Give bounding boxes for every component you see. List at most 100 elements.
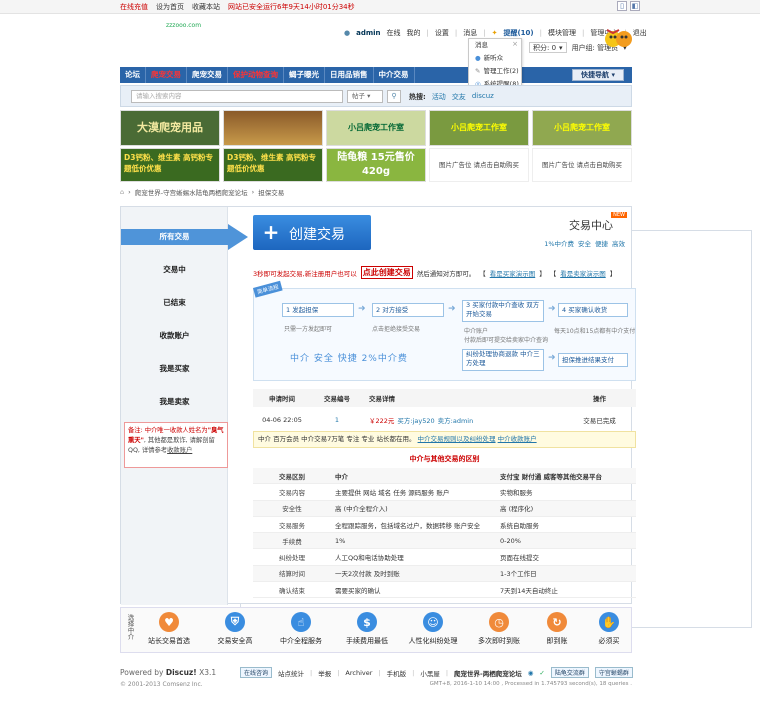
breadcrumb-forum[interactable]: 爬宠世界-守宫蜥蜴水陆龟两栖爬宠论坛 — [135, 187, 248, 197]
site-logo[interactable]: 爬宠世界 zzzooo.com — [120, 22, 752, 628]
sidebar-item-all[interactable]: 所有交易 — [121, 229, 228, 245]
banner-3[interactable]: 小吕爬宠工作室 — [326, 110, 426, 146]
cell: 人工QQ和电话协助处理 — [335, 554, 404, 563]
buyer-demo-link[interactable]: 看是买家演示图 — [490, 268, 536, 278]
ad-slot-1[interactable]: 图片广告位 请点击自助购买 — [429, 148, 529, 182]
sidebar-item-account[interactable]: 收款账户 — [121, 328, 228, 344]
hot-item[interactable]: 活动 — [432, 92, 446, 102]
feature-item: ☝ 中介全程服务 — [271, 612, 331, 646]
cell: 页面在线提交 — [500, 554, 539, 563]
footer-link-archiver[interactable]: Archiver — [345, 669, 372, 677]
settings-link[interactable]: 设置 — [435, 28, 449, 38]
banner-7[interactable]: D3钙粉、维生素 高钙粉专题低价优惠 — [223, 148, 323, 182]
banner-6[interactable]: D3钙粉、维生素 高钙粉专题低价优惠 — [120, 148, 220, 182]
dollar-icon: $ — [357, 612, 377, 632]
banner-2[interactable] — [223, 110, 323, 146]
flow-desc-1: 只需一方发起即可 — [284, 326, 333, 333]
nav-forum[interactable]: 论坛 — [120, 67, 146, 83]
cell: 系统自助服务 — [500, 521, 539, 530]
rules-link[interactable]: 中介交易规则以及纠纷处理 — [418, 435, 496, 443]
search-button[interactable]: ⚲ — [387, 90, 401, 103]
online-consult-button[interactable]: 在线咨询 — [240, 667, 273, 678]
top-bar: 在线充值 设为首页 收藏本站 网站已安全运行6年9天14小时01分34秒 ▯ ◧ — [0, 0, 760, 14]
recharge-link[interactable]: 在线充值 — [120, 2, 148, 12]
footer-link-report[interactable]: 举报 — [318, 668, 331, 678]
row-buyer[interactable]: 买方:jay520 — [397, 415, 434, 425]
breadcrumb: ⌂ › 爬宠世界-守宫蜥蜴水陆龟两栖爬宠论坛 › 担保交易 — [120, 187, 285, 197]
search-bar: 请输入搜索内容 帖子 ▾ ⚲ 热搜: 活动 交友 discuz — [120, 85, 632, 107]
points-select[interactable]: 积分: 0 ▾ — [529, 42, 567, 53]
discuz-link[interactable]: Discuz! — [166, 668, 197, 677]
nav-pet-trade-1[interactable]: 爬宠交易 — [146, 67, 187, 83]
flow-step-result: 担保推进结果支付 — [558, 353, 628, 367]
nav-protected-animals[interactable]: 保护动物查询 — [228, 67, 284, 83]
feature-text: 人性化纠纷处理 — [408, 637, 458, 645]
version-text: X3.1 — [199, 668, 217, 677]
ad-slot-2[interactable]: 图片广告位 请点击自助购买 — [532, 148, 632, 182]
popup-item-admin-work[interactable]: ✎ 管理工作(2) — [469, 65, 521, 78]
note-account-link[interactable]: 收款账户 — [167, 447, 192, 454]
banner-1[interactable]: 大漠爬宠用品 — [120, 110, 220, 146]
username-link[interactable]: admin — [356, 29, 380, 37]
popup-item-new-followers[interactable]: ● 新听众 — [469, 52, 521, 65]
close-icon[interactable]: × — [512, 40, 518, 48]
module-admin-link[interactable]: 模块管理 — [548, 28, 576, 38]
create-trade-link[interactable]: 点此创建交易 — [360, 266, 413, 279]
hot-item[interactable]: discuz — [472, 92, 494, 102]
cell: 0-20% — [500, 536, 521, 545]
banner-4[interactable]: 小吕爬宠工作室 — [429, 110, 529, 146]
row-seller[interactable]: 卖方:admin — [438, 415, 474, 425]
col-detail: 交易详情 — [369, 395, 395, 403]
ad-text: 图片广告位 请点击自助购买 — [438, 161, 520, 169]
banner-8[interactable]: 陆龟粮 15元售价420g — [326, 148, 426, 182]
online-status[interactable]: 在线 — [387, 28, 401, 38]
footer-link-blackroom[interactable]: 小黑屋 — [420, 668, 440, 678]
quick-nav-label: 快捷导航 — [581, 71, 610, 79]
wrench-icon: ✎ — [475, 67, 481, 75]
sidebar-item-in-progress[interactable]: 交易中 — [121, 262, 228, 278]
table-row[interactable]: 04-06 22:05 1 ￥222元 买方:jay520 卖方:admin 交… — [253, 413, 636, 427]
compare-row: 交易区别 中介 支付宝 财付通 威客等其他交易平台 — [253, 468, 636, 485]
compare-row: 交易内容 主要提供 网站 域名 任务 源码服务 账户 实物和服务 — [253, 484, 636, 501]
style-icon[interactable]: ◧ — [630, 1, 640, 11]
reminders-link[interactable]: 提醒(10) — [503, 28, 533, 38]
footer-link-mobile[interactable]: 手机版 — [387, 668, 407, 678]
messages-link[interactable]: 消息 — [463, 28, 477, 38]
nav-escrow-trade[interactable]: 中介交易 — [374, 67, 415, 83]
sidebar-item-finished[interactable]: 已结束 — [121, 295, 228, 311]
quick-nav-button[interactable]: 快捷导航 ▾ — [572, 69, 624, 81]
mobile-icon[interactable]: ▯ — [617, 1, 627, 11]
cell: 需要买家的确认 — [335, 586, 381, 595]
sidebar-item-buyer[interactable]: 我是买家 — [121, 361, 228, 377]
search-input[interactable]: 请输入搜索内容 — [131, 90, 343, 103]
footer-link-site[interactable]: 爬宠世界-两栖爬宠论坛 — [454, 668, 522, 678]
search-type-select[interactable]: 帖子 ▾ — [347, 90, 383, 103]
bookmark-link[interactable]: 收藏本站 — [192, 2, 220, 12]
banner-text: 大漠爬宠用品 — [137, 121, 203, 134]
search-type-label: 帖子 — [352, 92, 365, 100]
banner-5[interactable]: 小吕爬宠工作室 — [532, 110, 632, 146]
row-id[interactable]: 1 — [311, 416, 363, 424]
nav-daily-goods[interactable]: 日用品销售 — [325, 67, 374, 83]
set-homepage-link[interactable]: 设为首页 — [156, 2, 184, 12]
escrow-account-link[interactable]: 中介收款账户 — [498, 435, 537, 443]
arrow-icon: ➜ — [548, 353, 556, 363]
cell: 交易区别 — [279, 472, 305, 481]
nav-scorpion-exposure[interactable]: 蝎子曝光 — [284, 67, 325, 83]
home-icon[interactable]: ⌂ — [120, 188, 124, 196]
create-trade-button[interactable]: + 创建交易 — [253, 215, 371, 250]
gecko-group-button[interactable]: 守宫蜥蜴群 — [594, 667, 633, 678]
flow-desc-4: 付款后即可提交给卖家中介查询 — [464, 337, 549, 344]
cell: 一天2次付款 及时到账 — [335, 570, 400, 579]
nav-pet-trade-2[interactable]: 爬宠交易 — [187, 67, 228, 83]
logout-link[interactable]: 退出 — [633, 28, 647, 38]
seller-demo-link[interactable]: 看是卖家演示图 — [560, 268, 606, 278]
turtle-group-button[interactable]: 陆龟交流群 — [550, 667, 589, 678]
banner-ads: 大漠爬宠用品 小吕爬宠工作室 小吕爬宠工作室 小吕爬宠工作室 D3钙粉、维生素 … — [120, 110, 632, 182]
breadcrumb-escrow[interactable]: 担保交易 — [258, 187, 284, 197]
footer-link-stats[interactable]: 站点统计 — [278, 668, 304, 678]
my-menu[interactable]: 我的 — [407, 28, 421, 38]
sidebar-item-seller[interactable]: 我是卖家 — [121, 394, 228, 410]
hot-item[interactable]: 交友 — [452, 92, 466, 102]
points-text: 积分: 0 — [533, 43, 557, 52]
